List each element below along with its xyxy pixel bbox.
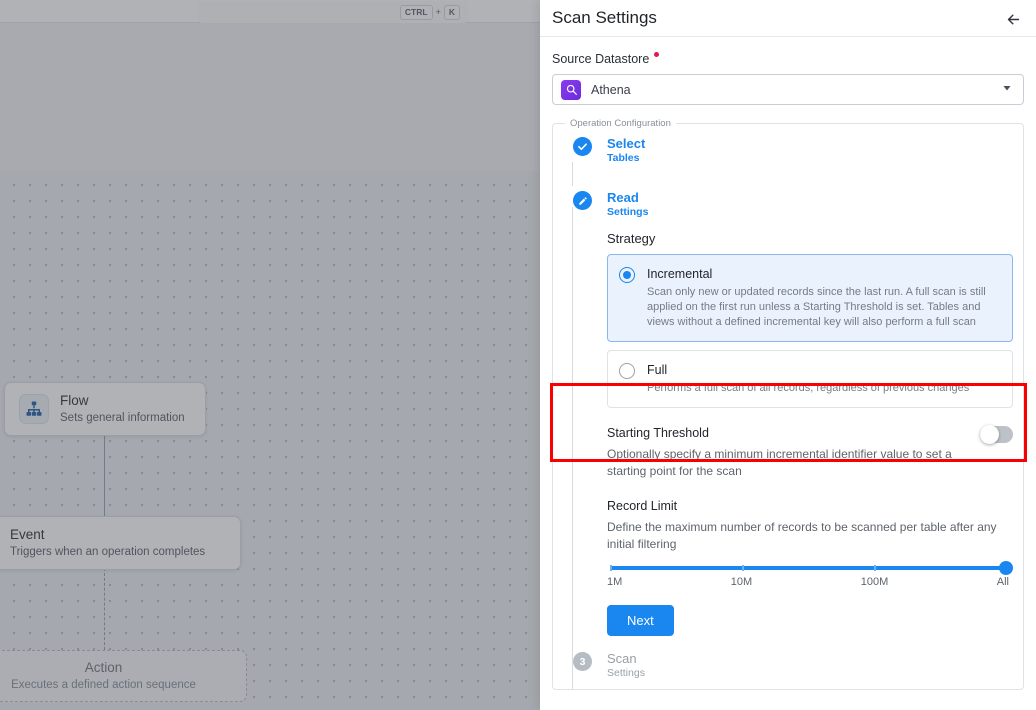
canvas-dot-grid xyxy=(0,171,540,710)
k-key-hint: K xyxy=(443,4,460,20)
step-rail-2 xyxy=(572,207,574,689)
strategy-full-label: Full xyxy=(647,363,668,377)
canvas-node-event[interactable]: Event Triggers when an operation complet… xyxy=(0,516,241,570)
read-settings-content: Strategy Incremental Scan only new or up… xyxy=(563,231,1013,636)
record-limit-slider[interactable]: 1M 10M 100M All xyxy=(607,561,1013,588)
step-3-number: 3 xyxy=(579,655,586,668)
slider-tick-1m xyxy=(610,565,612,571)
strategy-full-body: Full Performs a full scan of all records… xyxy=(647,362,969,396)
slider-thumb[interactable] xyxy=(999,561,1013,575)
radio-full-icon[interactable] xyxy=(619,363,635,379)
step-3-badge: 3 xyxy=(573,652,592,671)
slider-tick-100m xyxy=(873,565,876,571)
node-event-title: Event xyxy=(10,527,45,542)
canvas-toolbar: CTRL + K xyxy=(0,0,540,23)
check-icon xyxy=(573,137,592,156)
canvas-node-flow[interactable]: Flow Sets general information xyxy=(4,382,206,436)
arrow-left-icon[interactable] xyxy=(1000,6,1026,32)
step-scan-settings-subtitle: Settings xyxy=(607,667,645,679)
search-input[interactable]: CTRL + K xyxy=(198,1,468,23)
step-scan-settings[interactable]: 3 Scan Settings xyxy=(563,652,1013,680)
toggle-knob xyxy=(980,425,999,444)
source-datastore-label-text: Source Datastore xyxy=(552,52,650,66)
strategy-incremental-description: Scan only new or updated records since t… xyxy=(647,286,986,328)
canvas-blank-strip xyxy=(0,23,540,171)
strategy-heading: Strategy xyxy=(607,231,656,246)
app-root: CTRL + K Flow Sets general information E… xyxy=(0,0,1036,710)
starting-threshold-row: Starting Threshold Optionally specify a … xyxy=(607,425,1013,480)
strategy-incremental-body: Incremental Scan only new or updated rec… xyxy=(647,266,1000,330)
node-event-subtitle: Triggers when an operation completes xyxy=(10,546,206,558)
chevron-down-icon[interactable] xyxy=(1001,81,1013,99)
step-select-tables-title: Select xyxy=(607,136,646,151)
operation-configuration-group: Operation Configuration Select Tables Re… xyxy=(552,118,1024,690)
pencil-icon xyxy=(573,191,592,210)
starting-threshold-texts: Starting Threshold Optionally specify a … xyxy=(607,425,968,480)
strategy-incremental-label: Incremental xyxy=(647,267,713,281)
connector-event-to-action xyxy=(104,568,105,650)
step-select-tables[interactable]: Select Tables xyxy=(563,137,1013,165)
node-flow-text: Flow Sets general information xyxy=(60,393,185,425)
page-title: Scan Settings xyxy=(552,8,657,27)
panel-body: Source Datastore Athena Operation Config… xyxy=(540,37,1036,710)
step-read-settings-title: Read xyxy=(607,190,639,205)
slider-tick-10m xyxy=(741,565,744,571)
hierarchy-icon xyxy=(19,394,49,424)
node-flow-title: Flow xyxy=(60,393,89,408)
radio-incremental-dot xyxy=(623,271,631,279)
step-rail-1 xyxy=(572,162,574,186)
record-limit-section: Record Limit Define the maximum number o… xyxy=(607,498,1013,588)
node-action-title: Action xyxy=(84,660,123,675)
slider-label-1m: 1M xyxy=(607,576,623,588)
record-limit-title: Record Limit xyxy=(607,499,678,513)
node-flow-subtitle: Sets general information xyxy=(60,412,185,424)
slider-track[interactable] xyxy=(610,561,1013,575)
slider-labels: 1M 10M 100M All xyxy=(607,576,1009,588)
operation-configuration-legend: Operation Configuration xyxy=(570,118,671,129)
ctrl-key-hint: CTRL xyxy=(399,4,433,20)
step-scan-settings-title: Scan xyxy=(607,651,637,666)
starting-threshold-description: Optionally specify a minimum incremental… xyxy=(607,447,952,478)
starting-threshold-toggle[interactable] xyxy=(980,425,1013,444)
step-read-settings-subtitle: Settings xyxy=(607,206,649,218)
slider-label-all: All xyxy=(996,576,1009,588)
radio-incremental-icon[interactable] xyxy=(619,267,635,283)
strategy-option-incremental[interactable]: Incremental Scan only new or updated rec… xyxy=(607,254,1013,342)
slider-label-10m: 10M xyxy=(730,576,753,588)
connector-flow-to-event xyxy=(104,434,105,516)
starting-threshold-title: Starting Threshold xyxy=(607,426,709,440)
source-datastore-value: Athena xyxy=(591,82,631,97)
flow-canvas[interactable]: CTRL + K Flow Sets general information E… xyxy=(0,0,540,710)
scan-settings-panel: Scan Settings Source Datastore Athena Op… xyxy=(540,0,1036,710)
step-select-tables-subtitle: Tables xyxy=(607,152,640,164)
canvas-node-action[interactable]: Action Executes a defined action sequenc… xyxy=(0,650,247,702)
athena-icon xyxy=(561,79,581,100)
panel-header: Scan Settings xyxy=(540,0,1036,37)
node-event-text: Event Triggers when an operation complet… xyxy=(10,527,205,559)
starting-threshold-section: Starting Threshold Optionally specify a … xyxy=(607,425,1013,480)
source-datastore-label: Source Datastore xyxy=(552,51,1024,67)
step-read-settings[interactable]: Read Settings xyxy=(563,191,1013,219)
record-limit-description: Define the maximum number of records to … xyxy=(607,520,997,551)
node-action-subtitle: Executes a defined action sequence xyxy=(11,679,196,691)
node-action-text: Action Executes a defined action sequenc… xyxy=(11,660,196,692)
required-indicator xyxy=(654,52,660,57)
plus-sign: + xyxy=(435,7,441,17)
slider-label-100m: 100M xyxy=(860,576,889,588)
source-datastore-select[interactable]: Athena xyxy=(552,74,1024,105)
strategy-option-full[interactable]: Full Performs a full scan of all records… xyxy=(607,350,1013,408)
strategy-full-description: Performs a full scan of all records, reg… xyxy=(647,382,970,394)
next-button[interactable]: Next xyxy=(607,605,674,636)
